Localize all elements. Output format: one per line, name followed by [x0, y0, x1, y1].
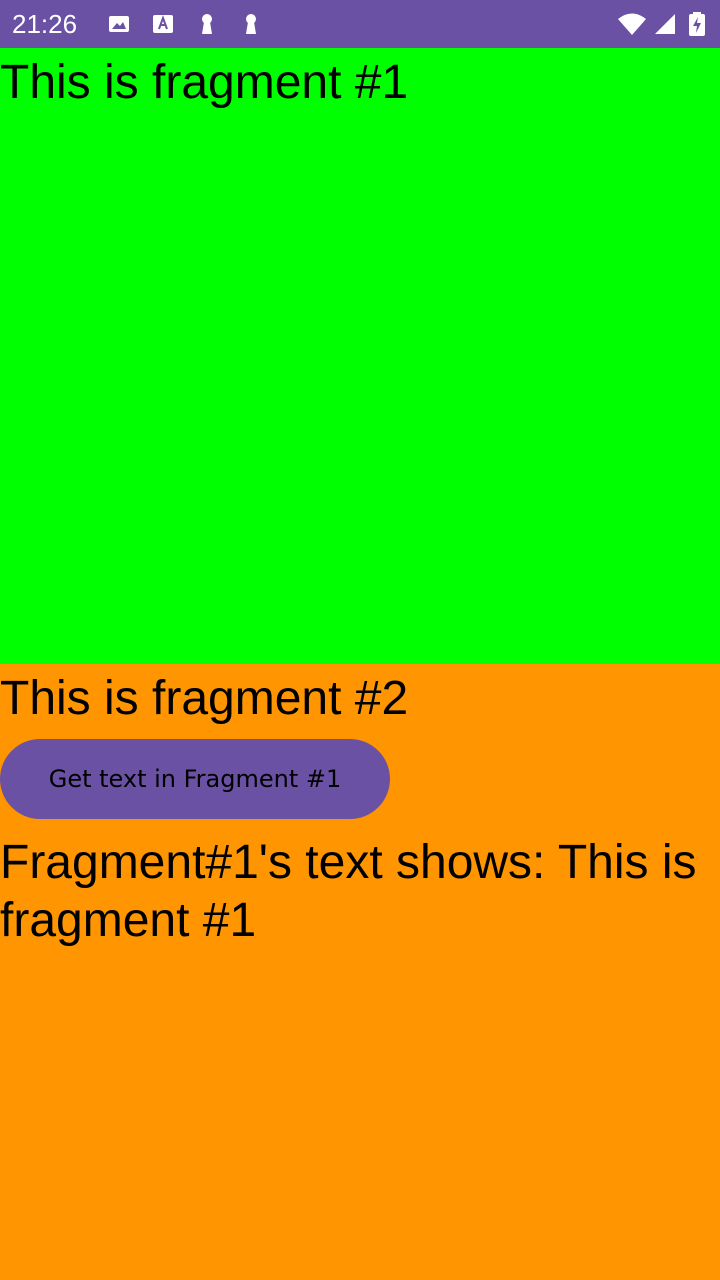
fragment-2-container: This is fragment #2 Get text in Fragment… — [0, 664, 720, 1280]
status-bar: 21:26 — [0, 0, 720, 48]
battery-charging-icon — [688, 12, 706, 36]
result-text: Fragment#1's text shows: This is fragmen… — [0, 836, 697, 947]
fragment-2-text: This is fragment #2 — [0, 672, 409, 725]
signal-icon — [653, 12, 677, 36]
keyhole-icon — [239, 12, 263, 36]
image-icon — [107, 12, 131, 36]
wifi-icon — [617, 12, 647, 36]
fragment-1-text: This is fragment #1 — [0, 56, 409, 109]
keyhole-icon — [195, 12, 219, 36]
status-time: 21:26 — [12, 9, 78, 39]
text-a-icon — [151, 12, 175, 36]
fragment-1-container: This is fragment #1 — [0, 48, 720, 664]
get-text-button[interactable]: Get text in Fragment #1 — [0, 739, 390, 819]
